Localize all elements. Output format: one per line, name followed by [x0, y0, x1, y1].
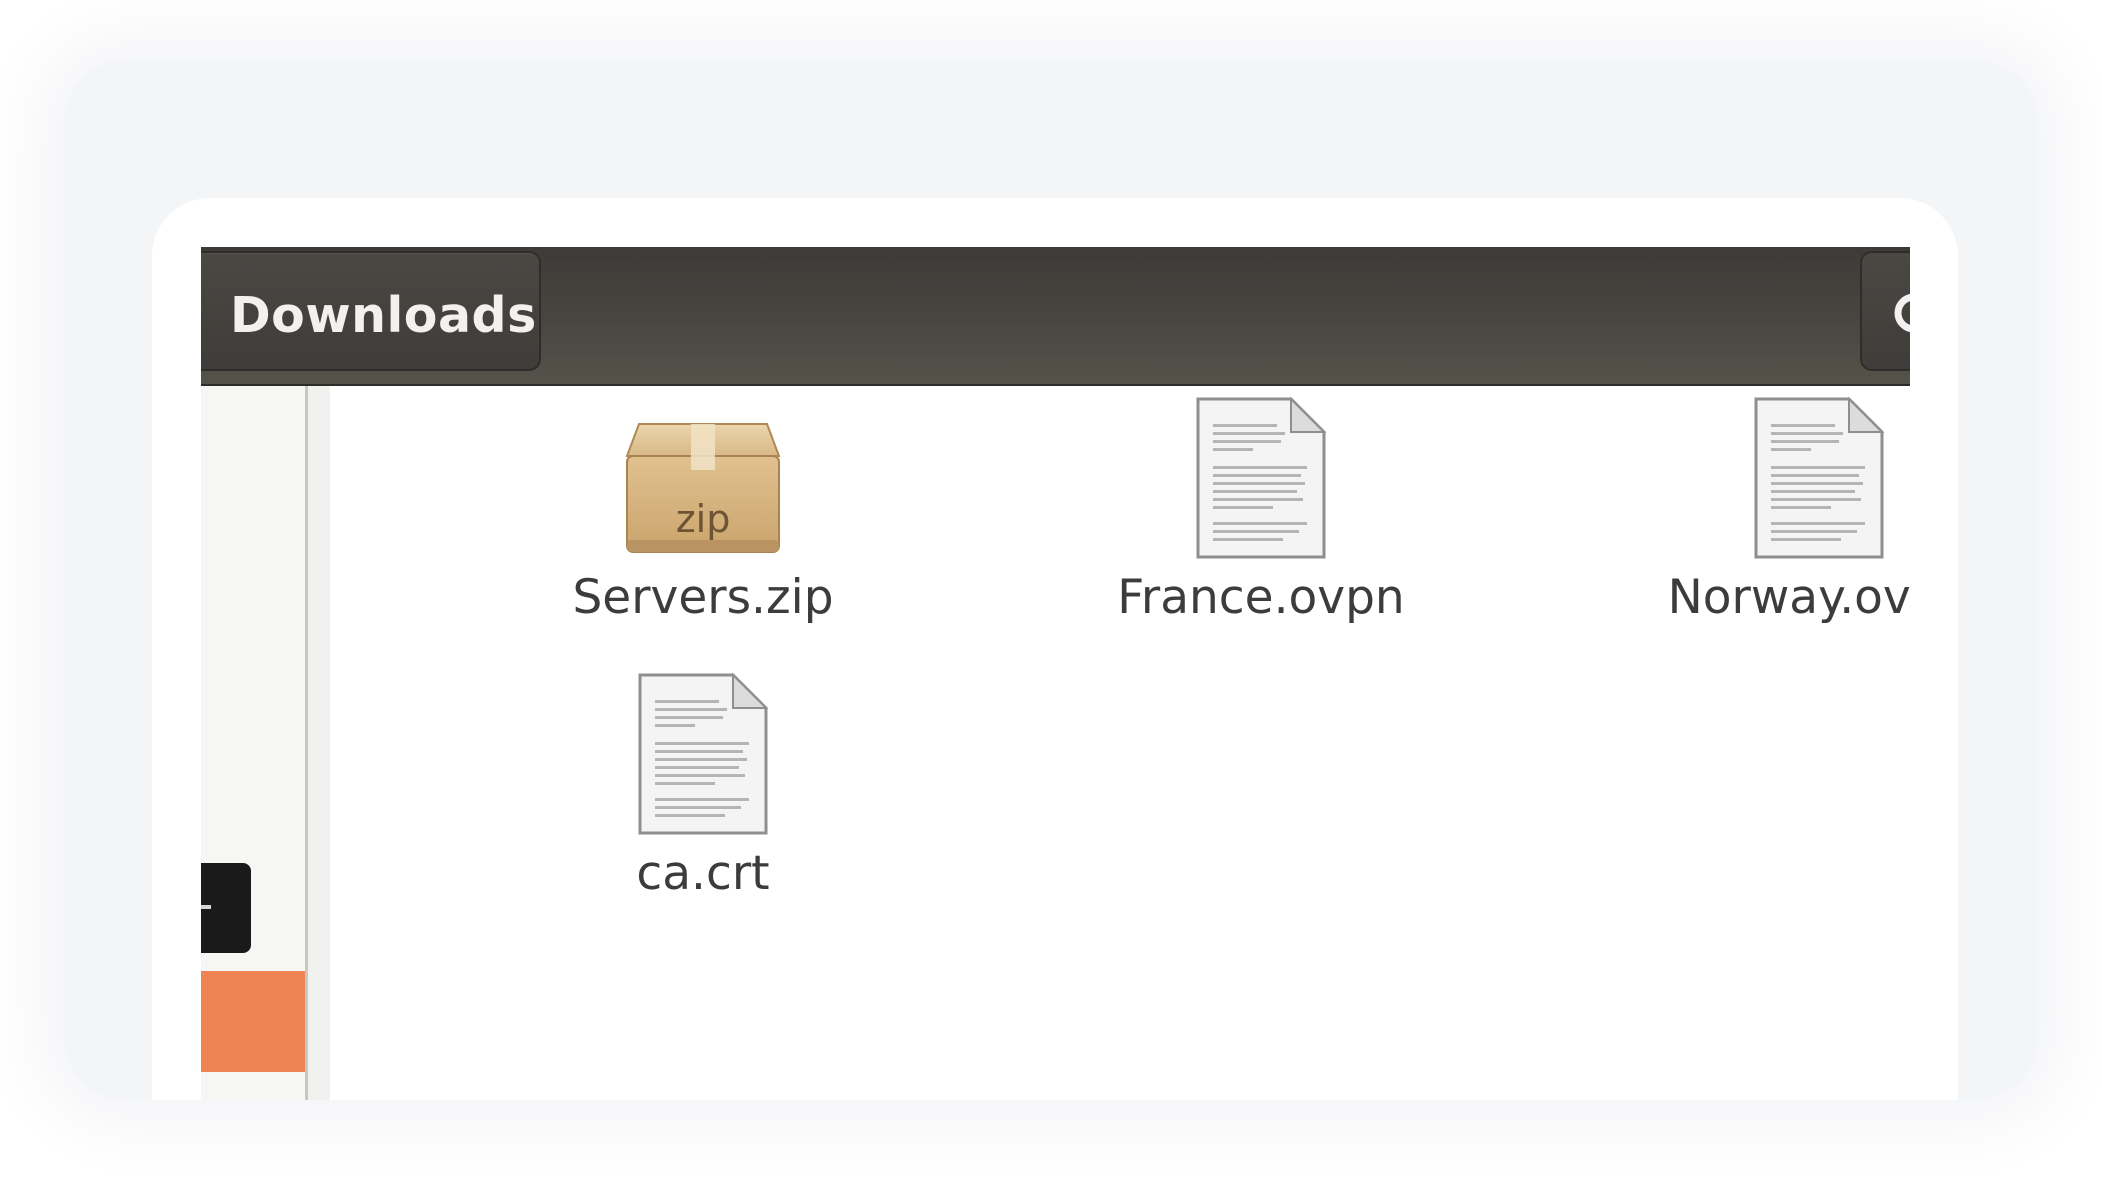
- file-name-label: Servers.zip: [572, 570, 834, 625]
- file-view: zip Servers.zip France.ovpn Norway.ov ca…: [330, 386, 1910, 1100]
- file-name-label: ca.crt: [636, 846, 770, 901]
- sidebar-item-selected[interactable]: [201, 971, 305, 1072]
- text-document-icon: [1196, 396, 1327, 559]
- file-item-norway-ovpn[interactable]: Norway.ovpn: [1639, 396, 1910, 646]
- file-name-label: Norway.ovpn: [1667, 570, 1910, 625]
- sidebar: [201, 386, 305, 1100]
- file-item-france-ovpn[interactable]: France.ovpn: [1081, 396, 1441, 646]
- search-button[interactable]: [1860, 251, 1910, 371]
- file-item-servers-zip[interactable]: zip Servers.zip: [523, 396, 883, 646]
- search-icon: [1894, 293, 1910, 333]
- file-name-label: France.ovpn: [1117, 570, 1405, 625]
- tooltip-glyph: [201, 905, 211, 909]
- text-document-icon: [1754, 396, 1885, 559]
- headerbar: Downloads: [201, 247, 1910, 386]
- file-manager-window: Downloads zip Servers.zip France.ovpn No…: [201, 247, 1910, 1100]
- path-bar-button-downloads[interactable]: Downloads: [201, 251, 541, 371]
- text-document-icon: [638, 672, 769, 835]
- zip-icon-label: zip: [676, 497, 731, 541]
- sidebar-edge: [308, 386, 330, 1100]
- zip-archive-icon: zip: [625, 423, 781, 553]
- path-bar-label: Downloads: [230, 287, 537, 344]
- file-item-ca-crt[interactable]: ca.crt: [523, 672, 883, 922]
- sidebar-tooltip: [201, 863, 251, 953]
